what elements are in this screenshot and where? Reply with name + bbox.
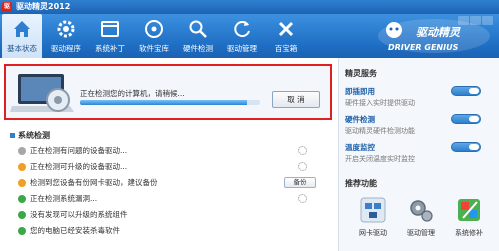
loading-spinner-icon [298, 194, 307, 203]
check-row: 您的电脑已经安装杀毒软件 [18, 224, 328, 238]
check-row-label: 您的电脑已经安装杀毒软件 [30, 226, 120, 235]
disc-icon [145, 20, 163, 38]
recommend-label: 网卡驱动 [359, 229, 387, 237]
palette-icon [458, 199, 480, 221]
status-icon [18, 179, 26, 187]
gears-icon [410, 200, 433, 222]
recommend-label: 驱动管理 [407, 229, 435, 237]
tab-drivers[interactable]: 驱动程序 [46, 14, 86, 58]
loading-spinner-icon [298, 162, 307, 171]
check-row: 没有发现可以升级的系统组件 [18, 208, 328, 222]
search-icon [189, 20, 207, 38]
refresh-icon [234, 21, 250, 38]
title-bar: 驱 驱动精灵2012 [0, 0, 499, 14]
tab-toolbox[interactable]: 百宝箱 [266, 14, 306, 58]
tools-icon [278, 21, 294, 37]
tab-software[interactable]: 软件宝库 [134, 14, 174, 58]
recommend-driver-manage[interactable]: 驱动管理 [399, 196, 443, 248]
cancel-button[interactable]: 取 消 [272, 91, 320, 108]
tab-label: 软件宝库 [139, 44, 169, 53]
system-check-label: 系统检测 [18, 131, 50, 140]
temperature-toggle[interactable] [451, 142, 481, 152]
home-icon [14, 21, 30, 37]
check-row-label: 检测到您设备有份网卡驱动，建议备份 [30, 178, 158, 187]
network-icon [360, 197, 386, 223]
check-row: 正在检测有问题的设备驱动... [18, 144, 328, 158]
app-logo: 驱 [2, 2, 12, 12]
recommend-title: 推荐功能 [345, 179, 377, 188]
loading-spinner-icon [298, 146, 307, 155]
window-icon [101, 21, 119, 37]
tab-label: 基本状态 [7, 44, 37, 53]
check-row-label: 正在检测有问题的设备驱动... [30, 146, 128, 155]
check-row: 检测到您设备有份网卡驱动，建议备份 备份 [18, 176, 328, 190]
tab-system-patch[interactable]: 系统补丁 [90, 14, 130, 58]
scan-status-text: 正在检测您的计算机，请稍候... [80, 89, 185, 98]
hardware-check-toggle[interactable] [451, 114, 481, 124]
service-name: 温度监控 [345, 143, 375, 152]
check-row-label: 没有发现可以升级的系统组件 [30, 210, 128, 219]
scan-progress-fill [80, 100, 248, 105]
service-name: 即插即用 [345, 87, 375, 96]
service-desc: 驱动精灵硬件检测功能 [345, 127, 415, 135]
status-icon [18, 211, 26, 219]
service-desc: 开启关闭温度实时监控 [345, 155, 415, 163]
tab-label: 驱动管理 [227, 44, 257, 53]
backup-button[interactable]: 备份 [284, 177, 316, 188]
bullet-icon [10, 133, 15, 138]
scan-progress-card: 正在检测您的计算机，请稍候... 取 消 [4, 64, 332, 120]
tab-basic-status[interactable]: 基本状态 [2, 14, 42, 58]
recommend-network-driver[interactable]: 网卡驱动 [351, 196, 395, 248]
gear-icon [57, 20, 75, 38]
recommend-label: 系统修补 [455, 229, 483, 237]
sidebar: 精灵服务 即插即用 硬件接入实时提供驱动 硬件检测 驱动精灵硬件检测功能 温度监… [338, 58, 499, 251]
check-row: 正在检测系统漏洞... [18, 192, 328, 206]
tab-driver-manage[interactable]: 驱动管理 [222, 14, 262, 58]
recommend-system-repair[interactable]: 系统修补 [447, 196, 491, 248]
tab-label: 驱动程序 [51, 44, 81, 53]
status-icon [18, 195, 26, 203]
check-row-label: 正在检测可升级的设备驱动... [30, 162, 128, 171]
main-toolbar: 基本状态 驱动程序 系统补丁 软件宝库 硬件检测 驱动管理 百宝箱 驱动精灵 D… [0, 14, 499, 58]
status-icon [18, 227, 26, 235]
tab-hardware-check[interactable]: 硬件检测 [178, 14, 218, 58]
check-row: 正在检测可升级的设备驱动... [18, 160, 328, 174]
tab-label: 系统补丁 [95, 44, 125, 53]
system-check-title: 系统检测 [10, 130, 50, 141]
services-title: 精灵服务 [345, 69, 377, 78]
tab-label: 硬件检测 [183, 44, 213, 53]
window-title: 驱动精灵2012 [16, 2, 71, 11]
tab-label: 百宝箱 [274, 44, 298, 53]
service-name: 硬件检测 [345, 115, 375, 124]
brand-logo: 驱动精灵 DRIVER GENIUS [378, 19, 490, 53]
service-desc: 硬件接入实时提供驱动 [345, 99, 415, 107]
scan-progress-bar [80, 100, 260, 105]
main-panel: 正在检测您的计算机，请稍候... 取 消 系统检测 正在检测有问题的设备驱动..… [0, 58, 499, 251]
check-row-label: 正在检测系统漏洞... [30, 194, 98, 203]
status-icon [18, 163, 26, 171]
status-icon [18, 147, 26, 155]
plug-play-toggle[interactable] [451, 86, 481, 96]
laptop-icon [10, 74, 74, 112]
svg-text:驱动精灵: 驱动精灵 [416, 26, 461, 39]
svg-text:DRIVER GENIUS: DRIVER GENIUS [388, 43, 459, 52]
